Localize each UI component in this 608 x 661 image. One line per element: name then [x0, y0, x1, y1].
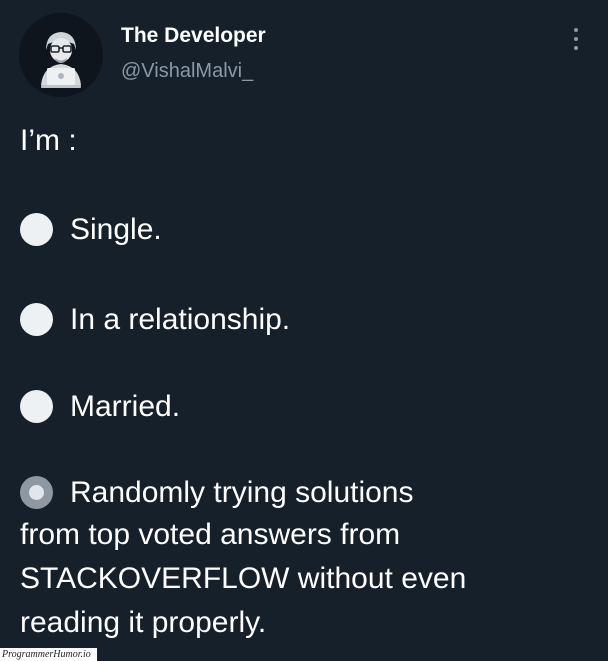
option-selected-circle-icon	[20, 476, 53, 509]
option-circle-icon	[20, 390, 53, 423]
option-single-text: Single.	[70, 213, 162, 246]
option-selected-continuation: STACKOVERFLOW without even	[20, 562, 467, 595]
author-name[interactable]: The Developer	[121, 24, 266, 48]
more-options-dot	[574, 46, 578, 50]
option-circle-icon	[20, 303, 53, 336]
watermark: ProgrammerHumor.io	[0, 648, 97, 661]
option-circle-icon	[20, 213, 53, 246]
tweet-intro: I’m :	[20, 124, 77, 157]
option-married-text: Married.	[70, 390, 181, 423]
option-relationship-text: In a relationship.	[70, 303, 291, 336]
author-handle[interactable]: @VishalMalvi_	[121, 60, 253, 83]
avatar[interactable]	[19, 13, 103, 97]
more-options-dot	[574, 28, 578, 32]
more-options-icon[interactable]	[566, 26, 586, 52]
option-selected-continuation: reading it properly.	[20, 606, 267, 639]
developer-avatar-icon	[19, 13, 103, 97]
option-selected-continuation: from top voted answers from	[20, 518, 401, 551]
option-selected-text: Randomly trying solutions	[70, 476, 414, 509]
more-options-dot	[574, 37, 578, 41]
